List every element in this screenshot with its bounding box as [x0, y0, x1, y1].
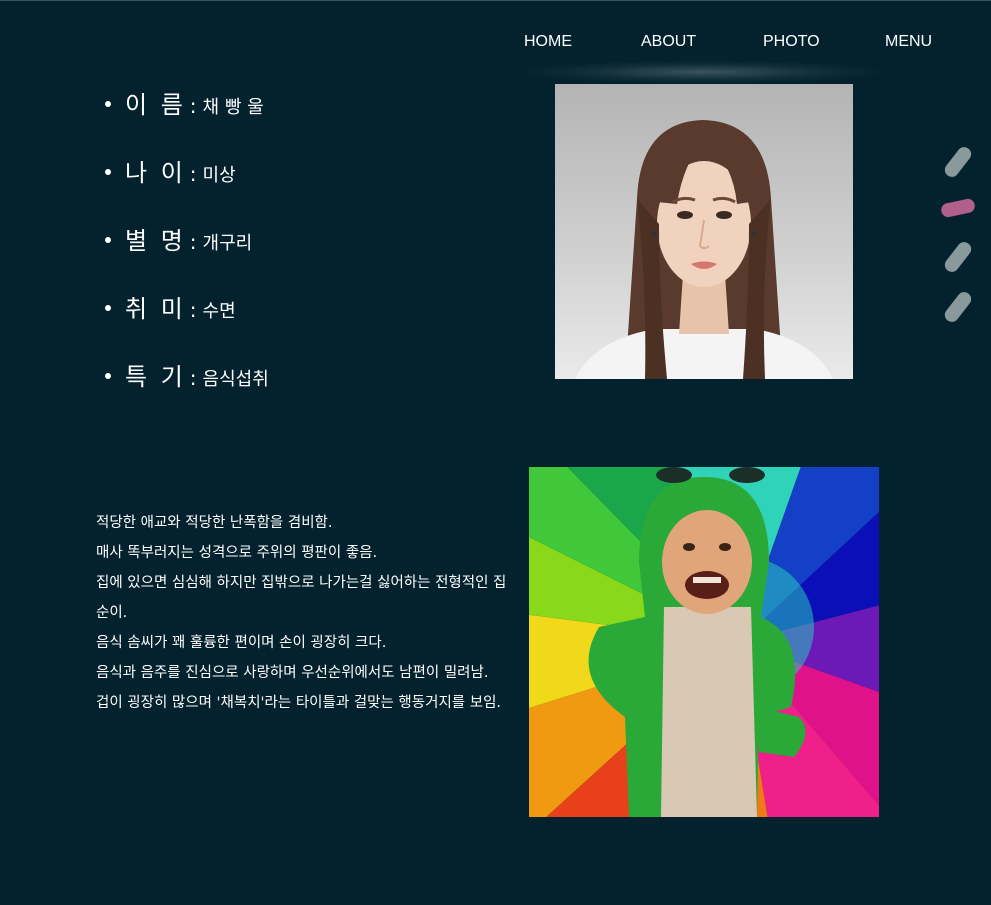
nav-menu[interactable]: MENU — [885, 33, 932, 51]
profile-label: 취 미 — [125, 295, 186, 323]
profile-value: 미상 — [202, 165, 236, 186]
page-dot-2-active[interactable] — [939, 197, 977, 219]
profile-colon: : — [189, 230, 197, 254]
profile-item-talent: 특 기 : 음식섭취 — [105, 357, 269, 425]
profile-value: 수면 — [202, 301, 236, 322]
page-dot-4[interactable] — [942, 289, 974, 325]
profile-colon: : — [189, 366, 197, 390]
profile-label: 별 명 — [125, 227, 186, 255]
profile-value: 음식섭취 — [202, 369, 269, 390]
bullet-icon — [105, 237, 111, 243]
top-nav: HOME ABOUT PHOTO MENU — [490, 1, 950, 83]
profile-item-name: 이 름 : 채 빵 울 — [105, 85, 269, 153]
page-dot-1[interactable] — [942, 144, 974, 180]
frog-costume-photo-icon — [529, 467, 879, 817]
description-line: 적당한 애교와 적당한 난폭함을 겸비함. — [96, 515, 333, 531]
bullet-icon — [105, 373, 111, 379]
description-line: 겁이 굉장히 많으며 '채복치'라는 타이틀과 걸맞는 행동거지를 보임. — [96, 695, 502, 711]
page-indicator — [938, 139, 978, 329]
description-line: 집에 있으면 심심해 하지만 집밖으로 나가는걸 싫어하는 전형적인 집순이. — [96, 575, 507, 621]
profile-list: 이 름 : 채 빵 울 나 이 : 미상 별 명 : 개구리 취 미 : 수면 … — [105, 85, 269, 425]
description-line: 음식 솜씨가 꽤 훌륭한 편이며 손이 굉장히 크다. — [96, 635, 387, 651]
profile-item-hobby: 취 미 : 수면 — [105, 289, 269, 357]
nav-about[interactable]: ABOUT — [641, 33, 696, 51]
page-dot-3[interactable] — [942, 239, 974, 275]
nav-photo[interactable]: PHOTO — [763, 33, 820, 51]
fun-photo — [529, 467, 879, 817]
bullet-icon — [105, 305, 111, 311]
profile-colon: : — [189, 298, 197, 322]
description-line: 매사 똑부러지는 성격으로 주위의 평판이 좋음. — [96, 545, 378, 561]
bullet-icon — [105, 169, 111, 175]
profile-colon: : — [189, 94, 197, 118]
bullet-icon — [105, 101, 111, 107]
description-line: 음식과 음주를 진심으로 사랑하며 우선순위에서도 남편이 밀려남. — [96, 665, 489, 681]
profile-item-nickname: 별 명 : 개구리 — [105, 221, 269, 289]
profile-item-age: 나 이 : 미상 — [105, 153, 269, 221]
profile-value: 개구리 — [202, 233, 253, 254]
portrait-photo-icon — [575, 120, 833, 379]
description: 적당한 애교와 적당한 난폭함을 겸비함. 매사 똑부러지는 성격으로 주위의 … — [96, 508, 516, 718]
profile-photo — [555, 84, 853, 379]
profile-label: 특 기 — [125, 363, 186, 391]
profile-colon: : — [189, 162, 197, 186]
profile-value: 채 빵 울 — [202, 97, 264, 118]
profile-label: 이 름 — [125, 91, 186, 119]
profile-label: 나 이 — [125, 159, 186, 187]
nav-glow — [528, 61, 878, 83]
nav-home[interactable]: HOME — [524, 33, 572, 51]
